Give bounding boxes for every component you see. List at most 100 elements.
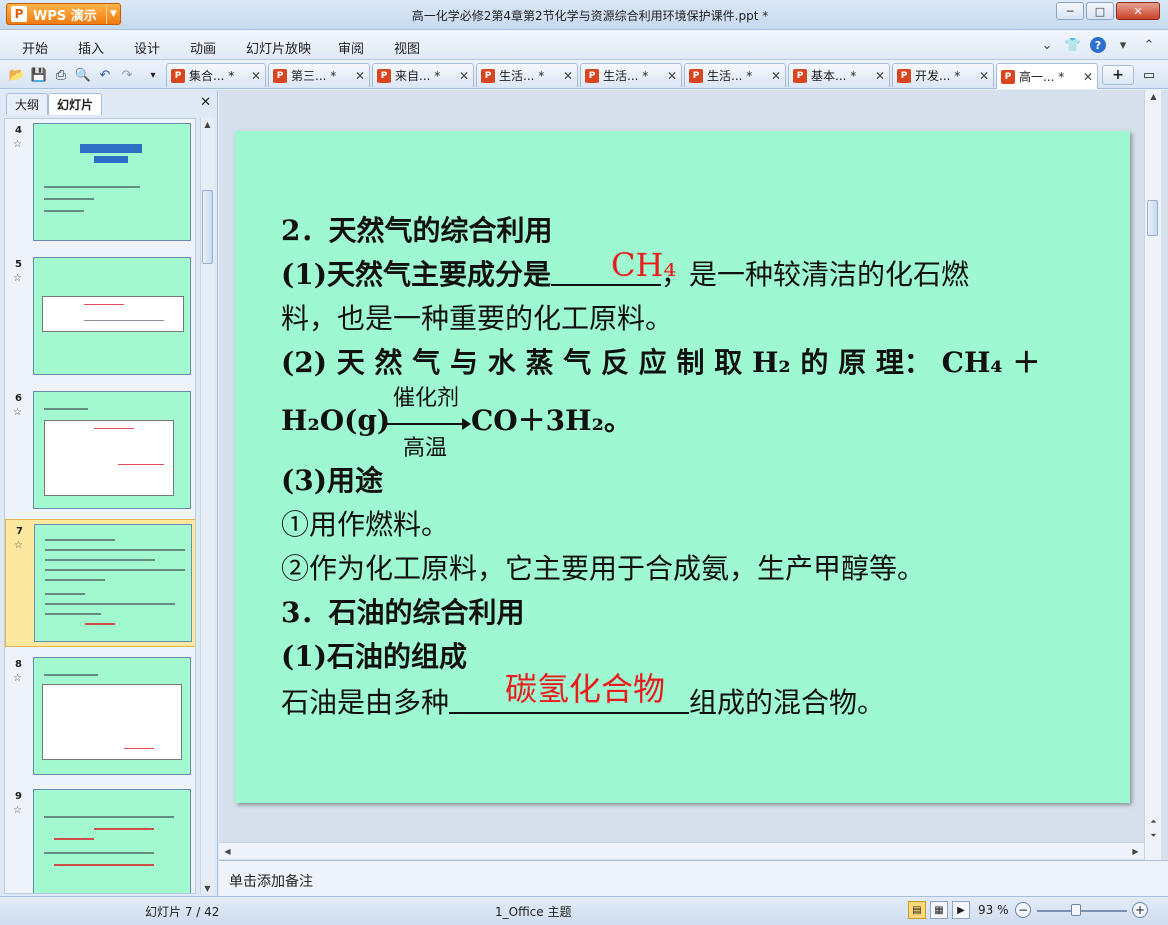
close-icon[interactable]: ✕ [200,95,211,110]
zoom-in-icon[interactable]: + [1132,902,1148,918]
scrollbar-thumb[interactable] [1147,200,1158,236]
new-tab-button[interactable]: + [1102,65,1134,85]
ribbon-collapse-icon[interactable]: ⌃ [1140,36,1158,54]
doc-tab[interactable]: P 生活... * ✕ [476,63,578,87]
thumb-text-line [85,623,115,625]
close-icon[interactable]: ✕ [251,69,261,83]
slide-number: 8 [15,659,22,670]
ppt-file-icon: P [273,68,287,83]
slide-thumbnail-item[interactable]: 9 ☆ [5,785,195,893]
slide-thumbnail-item[interactable]: 5 ☆ [5,253,195,381]
slide-thumbnail-item[interactable]: 8 ☆ [5,653,195,781]
reaction-condition-bottom: 高温 [403,436,448,461]
save-icon[interactable]: 💾 [30,66,48,84]
slide-text-span: (1)天然气主要成分是 [281,258,551,291]
close-icon[interactable]: ✕ [771,69,781,83]
animation-star-icon: ☆ [13,407,22,418]
notes-pane[interactable]: 单击添加备注 [219,860,1168,896]
slide-heading: 2．天然气的综合利用 [281,214,553,247]
close-button[interactable]: ✕ [1116,2,1160,20]
normal-view-icon[interactable]: ▤ [908,901,926,919]
scroll-down-icon[interactable]: ▼ [201,882,214,894]
close-icon[interactable]: ✕ [979,69,989,83]
next-slide-icon[interactable]: ⏷ [1147,830,1160,842]
close-icon[interactable]: ✕ [563,69,573,83]
slide-text-span: 组成的混合物。 [689,686,886,719]
zoom-out-icon[interactable]: − [1015,902,1031,918]
doc-tab[interactable]: P 基本... * ✕ [788,63,890,87]
slide-thumbnail-item[interactable]: 4 ☆ [5,119,195,247]
undo-icon[interactable]: ↶ [96,66,114,84]
zoom-level: 93 % [978,903,1009,917]
chevron-down-icon[interactable]: ▼ [106,4,120,24]
window-title: 高一化学必修2第4章第2节化学与资源综合利用环境保护课件.ppt * [411,9,769,23]
open-folder-icon[interactable]: 📂 [8,66,26,84]
slide-thumbnail-item-selected[interactable]: 7 ☆ [5,519,195,647]
scroll-right-icon[interactable]: ▶ [1129,845,1142,857]
slide-thumbnail[interactable] [33,391,191,509]
editor-vertical-scrollbar[interactable]: ▲ ⏶ ⏷ [1144,90,1161,860]
slide-thumbnail[interactable] [33,257,191,375]
chevron-down-icon[interactable]: ⌄ [1038,36,1056,54]
doc-tab[interactable]: P 来自... * ✕ [372,63,474,87]
close-icon[interactable]: ✕ [459,69,469,83]
slide-sorter-view-icon[interactable]: ▦ [930,901,948,919]
zoom-slider-handle[interactable] [1071,904,1081,916]
notes-placeholder[interactable]: 单击添加备注 [229,871,313,891]
doc-tab[interactable]: P 第三... * ✕ [268,63,370,87]
slideshow-view-icon[interactable]: ▶ [952,901,970,919]
prev-slide-icon[interactable]: ⏶ [1147,816,1160,828]
print-icon[interactable]: ⎙ [52,66,70,84]
menu-review[interactable]: 审阅 [338,38,364,57]
slide-thumbnail[interactable] [33,657,191,775]
doc-tab-label: 生活... * [499,69,545,83]
minimize-button[interactable]: ─ [1056,2,1084,20]
close-icon[interactable]: ✕ [667,69,677,83]
tab-list-icon[interactable]: ▭ [1140,66,1158,84]
close-icon[interactable]: ✕ [875,69,885,83]
redo-icon[interactable]: ↷ [118,66,136,84]
scrollbar-thumb[interactable] [202,190,213,264]
doc-tab[interactable]: P 生活... * ✕ [580,63,682,87]
thumbnail-scrollbar[interactable]: ▲ ▼ [200,118,214,894]
scroll-left-icon[interactable]: ◀ [221,845,234,857]
slide-thumbnail[interactable] [33,789,191,893]
title-bar: P WPS 演示 ▼ 高一化学必修2第4章第2节化学与资源综合利用环境保护课件.… [0,0,1168,30]
doc-tab-label: 集合... * [189,69,235,83]
menu-slideshow[interactable]: 幻灯片放映 [246,38,311,57]
slide-thumbnail[interactable] [33,123,191,241]
close-icon[interactable]: ✕ [1083,70,1093,84]
doc-tab-active[interactable]: P 高一... * ✕ [996,63,1098,89]
menu-animation[interactable]: 动画 [190,38,216,57]
menu-home[interactable]: 开始 [22,38,48,57]
menu-design[interactable]: 设计 [134,38,160,57]
scroll-up-icon[interactable]: ▲ [201,118,214,130]
slide-canvas[interactable]: 2．天然气的综合利用 (1)天然气主要成分是 ，是一种较清洁的化石燃 CH₄ 料，… [235,131,1130,803]
zoom-slider-track[interactable] [1037,910,1127,912]
print-preview-icon[interactable]: 🔍 [74,66,92,84]
chevron-down-icon[interactable]: ▾ [1114,36,1132,54]
thumb-text-line [44,210,84,212]
ppt-file-icon: P [171,68,185,83]
editor-horizontal-scrollbar[interactable]: ◀ ▶ [219,842,1144,859]
shirt-skin-icon[interactable]: 👕 [1064,36,1082,54]
doc-tab[interactable]: P 集合... * ✕ [166,63,266,87]
slide-editor: 2．天然气的综合利用 (1)天然气主要成分是 ，是一种较清洁的化石燃 CH₄ 料，… [219,90,1168,860]
scroll-up-icon[interactable]: ▲ [1147,90,1160,102]
close-icon[interactable]: ✕ [355,69,365,83]
slide-counter: 幻灯片 7 / 42 [145,905,220,919]
help-icon[interactable]: ? [1090,37,1106,53]
menu-insert[interactable]: 插入 [78,38,104,57]
customize-toolbar-icon[interactable]: ▾ [144,66,162,84]
slide-thumbnail-item[interactable]: 6 ☆ [5,387,195,515]
doc-tab[interactable]: P 开发... * ✕ [892,63,994,87]
tab-outline[interactable]: 大纲 [6,93,49,115]
doc-tab[interactable]: P 生活... * ✕ [684,63,786,87]
slide-number: 4 [15,125,22,136]
menu-view[interactable]: 视图 [394,38,420,57]
wps-app-menu-button[interactable]: P WPS 演示 ▼ [6,3,121,25]
maximize-button[interactable]: □ [1086,2,1114,20]
tab-slides[interactable]: 幻灯片 [48,93,103,115]
slide-thumbnail-list: 4 ☆ 5 ☆ 6 ☆ 7 ☆ 8 ☆ 9 ☆ [4,118,196,894]
slide-thumbnail[interactable] [34,524,192,642]
